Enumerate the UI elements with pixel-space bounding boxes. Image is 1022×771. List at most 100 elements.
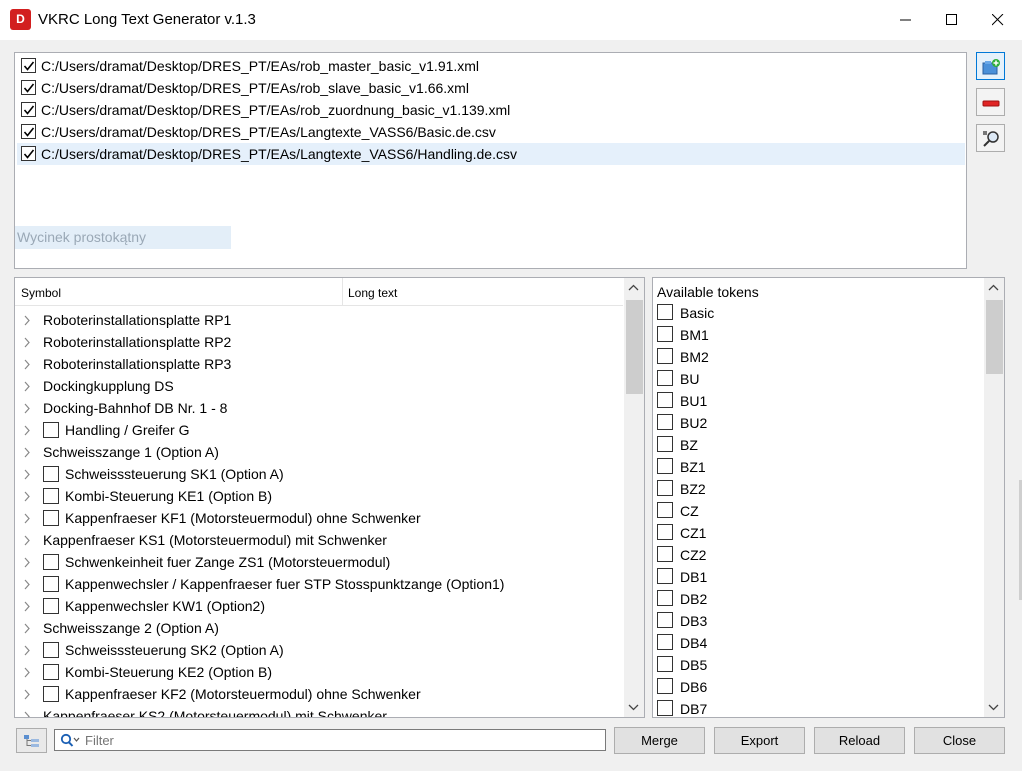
tree-row[interactable]: Schweisssteuerung SK2 (Option A) xyxy=(15,639,623,661)
column-separator[interactable] xyxy=(342,278,343,306)
token-checkbox[interactable] xyxy=(657,590,673,606)
token-checkbox[interactable] xyxy=(657,612,673,628)
token-item[interactable]: Basic xyxy=(657,302,977,324)
chevron-right-icon[interactable] xyxy=(23,623,31,634)
close-window-button[interactable] xyxy=(975,0,1021,40)
file-checkbox[interactable] xyxy=(21,80,36,95)
filter-input[interactable] xyxy=(83,732,603,748)
chevron-right-icon[interactable] xyxy=(23,557,31,568)
token-checkbox[interactable] xyxy=(657,348,673,364)
chevron-right-icon[interactable] xyxy=(23,337,31,348)
token-checkbox[interactable] xyxy=(657,392,673,408)
tree-scrollbar[interactable] xyxy=(624,278,644,717)
tree-row[interactable]: Dockingkupplung DS xyxy=(15,375,623,397)
token-checkbox[interactable] xyxy=(657,480,673,496)
chevron-right-icon[interactable] xyxy=(23,601,31,612)
chevron-right-icon[interactable] xyxy=(23,315,31,326)
tree-row[interactable]: Kappenfraeser KF2 (Motorsteuermodul) ohn… xyxy=(15,683,623,705)
close-button[interactable]: Close xyxy=(914,727,1005,754)
tree-row[interactable]: Docking-Bahnhof DB Nr. 1 - 8 xyxy=(15,397,623,419)
tokens-scroll-thumb[interactable] xyxy=(986,300,1003,374)
token-checkbox[interactable] xyxy=(657,326,673,342)
token-item[interactable]: DB3 xyxy=(657,610,977,632)
tree-row[interactable]: Schweisszange 2 (Option A) xyxy=(15,617,623,639)
chevron-right-icon[interactable] xyxy=(23,469,31,480)
tree-options-button[interactable] xyxy=(16,728,47,753)
file-row[interactable]: C:/Users/dramat/Desktop/DRES_PT/EAs/rob_… xyxy=(17,55,965,77)
minimize-button[interactable] xyxy=(883,0,929,40)
tree-checkbox[interactable] xyxy=(43,642,59,658)
add-file-button[interactable] xyxy=(976,52,1005,80)
token-checkbox[interactable] xyxy=(657,458,673,474)
token-checkbox[interactable] xyxy=(657,370,673,386)
tokens-scrollbar[interactable] xyxy=(984,278,1004,717)
tree-row[interactable]: Kappenfraeser KF1 (Motorsteuermodul) ohn… xyxy=(15,507,623,529)
token-checkbox[interactable] xyxy=(657,656,673,672)
tree-row[interactable]: Kombi-Steuerung KE1 (Option B) xyxy=(15,485,623,507)
token-checkbox[interactable] xyxy=(657,304,673,320)
tree-row[interactable]: Kombi-Steuerung KE2 (Option B) xyxy=(15,661,623,683)
tree-row[interactable]: Schweisssteuerung SK1 (Option A) xyxy=(15,463,623,485)
chevron-right-icon[interactable] xyxy=(23,535,31,546)
file-row[interactable]: C:/Users/dramat/Desktop/DRES_PT/EAs/Lang… xyxy=(17,121,965,143)
file-checkbox[interactable] xyxy=(21,146,36,161)
tree-row[interactable]: Kappenfraeser KS1 (Motorsteuermodul) mit… xyxy=(15,529,623,551)
token-item[interactable]: DB5 xyxy=(657,654,977,676)
tree-row[interactable]: Schwenkeinheit fuer Zange ZS1 (Motorsteu… xyxy=(15,551,623,573)
tree-checkbox[interactable] xyxy=(43,554,59,570)
chevron-right-icon[interactable] xyxy=(23,359,31,370)
chevron-right-icon[interactable] xyxy=(23,689,31,700)
token-item[interactable]: DB6 xyxy=(657,676,977,698)
token-item[interactable]: BU2 xyxy=(657,412,977,434)
token-checkbox[interactable] xyxy=(657,678,673,694)
tree-row[interactable]: Roboterinstallationsplatte RP3 xyxy=(15,353,623,375)
token-item[interactable]: BM1 xyxy=(657,324,977,346)
tree-row[interactable]: Roboterinstallationsplatte RP2 xyxy=(15,331,623,353)
tree-checkbox[interactable] xyxy=(43,422,59,438)
token-item[interactable]: BU xyxy=(657,368,977,390)
tree-row[interactable]: Roboterinstallationsplatte RP1 xyxy=(15,309,623,331)
export-button[interactable]: Export xyxy=(714,727,805,754)
available-tokens-panel[interactable]: Available tokens Basic BM1 BM2 BU BU1 BU2 BZ BZ… xyxy=(652,277,1005,718)
chevron-right-icon[interactable] xyxy=(23,425,31,436)
token-item[interactable]: DB7 xyxy=(657,698,977,717)
token-checkbox[interactable] xyxy=(657,436,673,452)
file-list[interactable]: Wycinek prostokątny C:/Users/dramat/Desk… xyxy=(14,52,967,269)
tree-row[interactable]: Kappenwechsler / Kappenfraeser fuer STP … xyxy=(15,573,623,595)
tree-row[interactable]: Schweisszange 1 (Option A) xyxy=(15,441,623,463)
token-item[interactable]: BM2 xyxy=(657,346,977,368)
tree-scroll-thumb[interactable] xyxy=(626,300,643,394)
merge-button[interactable]: Merge xyxy=(614,727,705,754)
token-checkbox[interactable] xyxy=(657,568,673,584)
token-checkbox[interactable] xyxy=(657,524,673,540)
token-item[interactable]: BZ1 xyxy=(657,456,977,478)
filter-field[interactable] xyxy=(54,729,606,751)
tree-row[interactable]: Kappenwechsler KW1 (Option2) xyxy=(15,595,623,617)
file-checkbox[interactable] xyxy=(21,102,36,117)
chevron-right-icon[interactable] xyxy=(23,513,31,524)
token-item[interactable]: BZ2 xyxy=(657,478,977,500)
maximize-button[interactable] xyxy=(929,0,975,40)
chevron-right-icon[interactable] xyxy=(23,491,31,502)
file-checkbox[interactable] xyxy=(21,58,36,73)
inspect-button[interactable] xyxy=(976,124,1005,152)
chevron-right-icon[interactable] xyxy=(23,645,31,656)
token-checkbox[interactable] xyxy=(657,502,673,518)
token-checkbox[interactable] xyxy=(657,634,673,650)
column-header-long-text[interactable]: Long text xyxy=(348,286,397,300)
chevron-right-icon[interactable] xyxy=(23,711,31,718)
token-item[interactable]: CZ xyxy=(657,500,977,522)
token-checkbox[interactable] xyxy=(657,700,673,716)
file-row[interactable]: C:/Users/dramat/Desktop/DRES_PT/EAs/Lang… xyxy=(17,143,965,165)
column-header-symbol[interactable]: Symbol xyxy=(21,286,61,300)
tree-checkbox[interactable] xyxy=(43,686,59,702)
remove-file-button[interactable] xyxy=(976,88,1005,116)
token-item[interactable]: DB4 xyxy=(657,632,977,654)
chevron-right-icon[interactable] xyxy=(23,447,31,458)
file-row[interactable]: C:/Users/dramat/Desktop/DRES_PT/EAs/rob_… xyxy=(17,77,965,99)
token-checkbox[interactable] xyxy=(657,414,673,430)
chevron-right-icon[interactable] xyxy=(23,403,31,414)
chevron-right-icon[interactable] xyxy=(23,667,31,678)
chevron-right-icon[interactable] xyxy=(23,579,31,590)
tree-checkbox[interactable] xyxy=(43,466,59,482)
